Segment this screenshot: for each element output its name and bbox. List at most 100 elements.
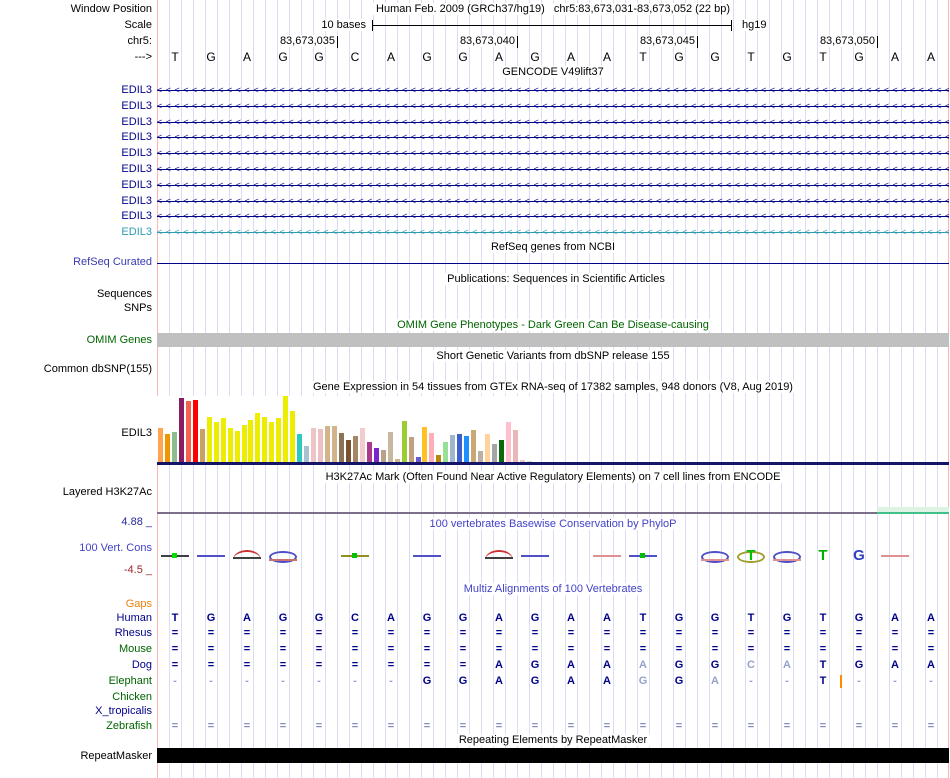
gtex-tissue-bar[interactable]	[227, 427, 233, 462]
gtex-tissue-bar[interactable]	[325, 425, 331, 462]
gtex-tissue-bar[interactable]	[352, 436, 358, 462]
cons-track-label[interactable]: 100 Vert. Cons	[0, 542, 152, 555]
gtex-gene-label[interactable]: EDIL3	[0, 427, 152, 440]
repeatmasker-feature[interactable]	[157, 748, 949, 763]
gtex-tissue-bar[interactable]	[443, 441, 449, 462]
gtex-tissue-bar[interactable]	[199, 429, 205, 462]
gtex-tissue-bar[interactable]	[429, 433, 435, 462]
multiz-species-label[interactable]: Chicken	[0, 691, 152, 704]
gencode-transcript-label[interactable]: EDIL3	[0, 147, 152, 160]
gtex-tissue-bar[interactable]	[318, 429, 324, 462]
repeatmasker-label[interactable]: RepeatMasker	[0, 750, 152, 763]
gtex-tissue-bar[interactable]	[158, 427, 163, 462]
gtex-tissue-bar[interactable]	[338, 433, 344, 462]
gtex-tissue-bar[interactable]	[485, 434, 491, 462]
multiz-base-cell: G	[674, 675, 684, 687]
gtex-tissue-bar[interactable]	[213, 422, 219, 462]
gtex-tissue-bar[interactable]	[373, 448, 379, 462]
common-dbsnp-label[interactable]: Common dbSNP(155)	[0, 363, 152, 376]
strand-direction-label[interactable]: --->	[0, 51, 152, 64]
gtex-tissue-bar[interactable]	[332, 425, 337, 462]
gtex-tissue-bar[interactable]	[185, 401, 191, 462]
gtex-tissue-bar[interactable]	[311, 427, 317, 462]
gtex-tissue-bar[interactable]	[436, 454, 442, 462]
multiz-species-label[interactable]: Mouse	[0, 643, 152, 656]
gtex-tissue-bar[interactable]	[220, 418, 226, 462]
gencode-transcript-label[interactable]: EDIL3	[0, 210, 152, 223]
multiz-species-label[interactable]: Zebrafish	[0, 720, 152, 733]
multiz-species-label[interactable]: Rhesus	[0, 627, 152, 640]
gtex-tissue-bar[interactable]	[408, 436, 414, 462]
gencode-transcript-row[interactable]: <<<<<<<<<<<<<<<<<<<<<<<<<<<<<<<<<<<<<<<<…	[157, 84, 949, 97]
gtex-tissue-bar[interactable]	[192, 400, 198, 462]
gtex-tissue-bar[interactable]	[178, 398, 184, 462]
gtex-tissue-bar[interactable]	[234, 431, 240, 462]
gtex-tissue-bar[interactable]	[401, 421, 407, 462]
gencode-transcript-row[interactable]: <<<<<<<<<<<<<<<<<<<<<<<<<<<<<<<<<<<<<<<<…	[157, 178, 949, 192]
gtex-tissue-bar[interactable]	[450, 434, 456, 462]
gtex-tissue-bar[interactable]	[241, 425, 247, 462]
gtex-tissue-bar[interactable]	[255, 412, 261, 462]
gencode-transcript-label[interactable]: EDIL3	[0, 163, 152, 176]
omim-gene-feature[interactable]	[157, 333, 949, 347]
gtex-tissue-bar[interactable]	[359, 427, 365, 462]
gtex-tissue-bar[interactable]	[380, 450, 386, 462]
gtex-tissue-bar[interactable]	[422, 427, 428, 462]
gtex-tissue-bar[interactable]	[464, 436, 470, 462]
gtex-tissue-bar[interactable]	[492, 443, 498, 462]
gencode-transcript-row[interactable]: <<<<<<<<<<<<<<<<<<<<<<<<<<<<<<<<<<<<<<<<…	[157, 131, 949, 145]
gtex-tissue-bar[interactable]	[206, 417, 212, 462]
gencode-transcript-label[interactable]: EDIL3	[0, 131, 152, 144]
gtex-tissue-bar[interactable]	[269, 422, 275, 462]
cons-glyph	[193, 545, 229, 567]
refseq-curated-feature[interactable]	[157, 263, 949, 264]
gencode-transcript-label[interactable]: EDIL3	[0, 226, 152, 239]
gencode-transcript-row[interactable]: <<<<<<<<<<<<<<<<<<<<<<<<<<<<<<<<<<<<<<<<…	[157, 226, 949, 240]
gtex-tissue-bar[interactable]	[164, 434, 170, 462]
gtex-tissue-bar[interactable]	[499, 439, 505, 462]
gencode-transcript-row[interactable]: <<<<<<<<<<<<<<<<<<<<<<<<<<<<<<<<<<<<<<<<…	[157, 147, 949, 161]
multiz-base-cell: -	[389, 675, 393, 687]
gencode-transcript-row[interactable]: <<<<<<<<<<<<<<<<<<<<<<<<<<<<<<<<<<<<<<<<…	[157, 163, 949, 176]
gtex-tissue-bar[interactable]	[506, 422, 511, 462]
gencode-transcript-label[interactable]: EDIL3	[0, 195, 152, 208]
publications-sequences-label[interactable]: Sequences	[0, 288, 152, 301]
gtex-tissue-bar[interactable]	[457, 433, 463, 462]
gtex-tissue-bar[interactable]	[387, 432, 393, 462]
refseq-curated-label[interactable]: RefSeq Curated	[0, 256, 152, 269]
gtex-tissue-bar[interactable]	[366, 441, 372, 462]
gtex-bar-chart[interactable]	[157, 396, 534, 462]
gencode-transcript-row[interactable]: <<<<<<<<<<<<<<<<<<<<<<<<<<<<<<<<<<<<<<<<…	[157, 210, 949, 224]
multiz-species-label[interactable]: Dog	[0, 659, 152, 672]
multiz-base-cell: =	[315, 643, 323, 655]
gencode-transcript-row[interactable]: <<<<<<<<<<<<<<<<<<<<<<<<<<<<<<<<<<<<<<<<…	[157, 194, 949, 208]
gtex-tissue-bar[interactable]	[478, 451, 484, 462]
gencode-transcript-row[interactable]: <<<<<<<<<<<<<<<<<<<<<<<<<<<<<<<<<<<<<<<<…	[157, 115, 949, 129]
gtex-tissue-bar[interactable]	[248, 420, 254, 462]
h3k27ac-label[interactable]: Layered H3K27Ac	[0, 486, 152, 499]
gtex-tissue-bar[interactable]	[471, 429, 477, 462]
multiz-species-label[interactable]: Human	[0, 612, 152, 625]
gencode-transcript-label[interactable]: EDIL3	[0, 84, 152, 97]
multiz-species-label[interactable]: X_tropicalis	[0, 705, 152, 718]
gtex-tissue-bar[interactable]	[262, 417, 268, 462]
publications-snps-label[interactable]: SNPs	[0, 302, 152, 315]
omim-genes-label[interactable]: OMIM Genes	[0, 334, 152, 347]
gtex-tissue-bar[interactable]	[512, 430, 518, 462]
gtex-tissue-bar[interactable]	[171, 431, 177, 462]
multiz-species-label[interactable]: Gaps	[0, 598, 152, 611]
gtex-tissue-bar[interactable]	[276, 418, 282, 462]
multiz-species-label[interactable]: Elephant	[0, 675, 152, 688]
gencode-transcript-row[interactable]: <<<<<<<<<<<<<<<<<<<<<<<<<<<<<<<<<<<<<<<<…	[157, 99, 949, 113]
gencode-transcript-label[interactable]: EDIL3	[0, 116, 152, 129]
cons-glyph	[517, 545, 553, 567]
multiz-base-cell: G	[458, 612, 468, 624]
gencode-transcript-label[interactable]: EDIL3	[0, 179, 152, 192]
gtex-tissue-bar[interactable]	[290, 411, 296, 462]
gtex-tissue-bar[interactable]	[304, 446, 310, 462]
gencode-transcript-label[interactable]: EDIL3	[0, 100, 152, 113]
gtex-tissue-bar[interactable]	[345, 439, 351, 462]
multiz-base-cell: -	[317, 675, 321, 687]
gtex-tissue-bar[interactable]	[297, 434, 303, 462]
gtex-tissue-bar[interactable]	[283, 396, 289, 462]
